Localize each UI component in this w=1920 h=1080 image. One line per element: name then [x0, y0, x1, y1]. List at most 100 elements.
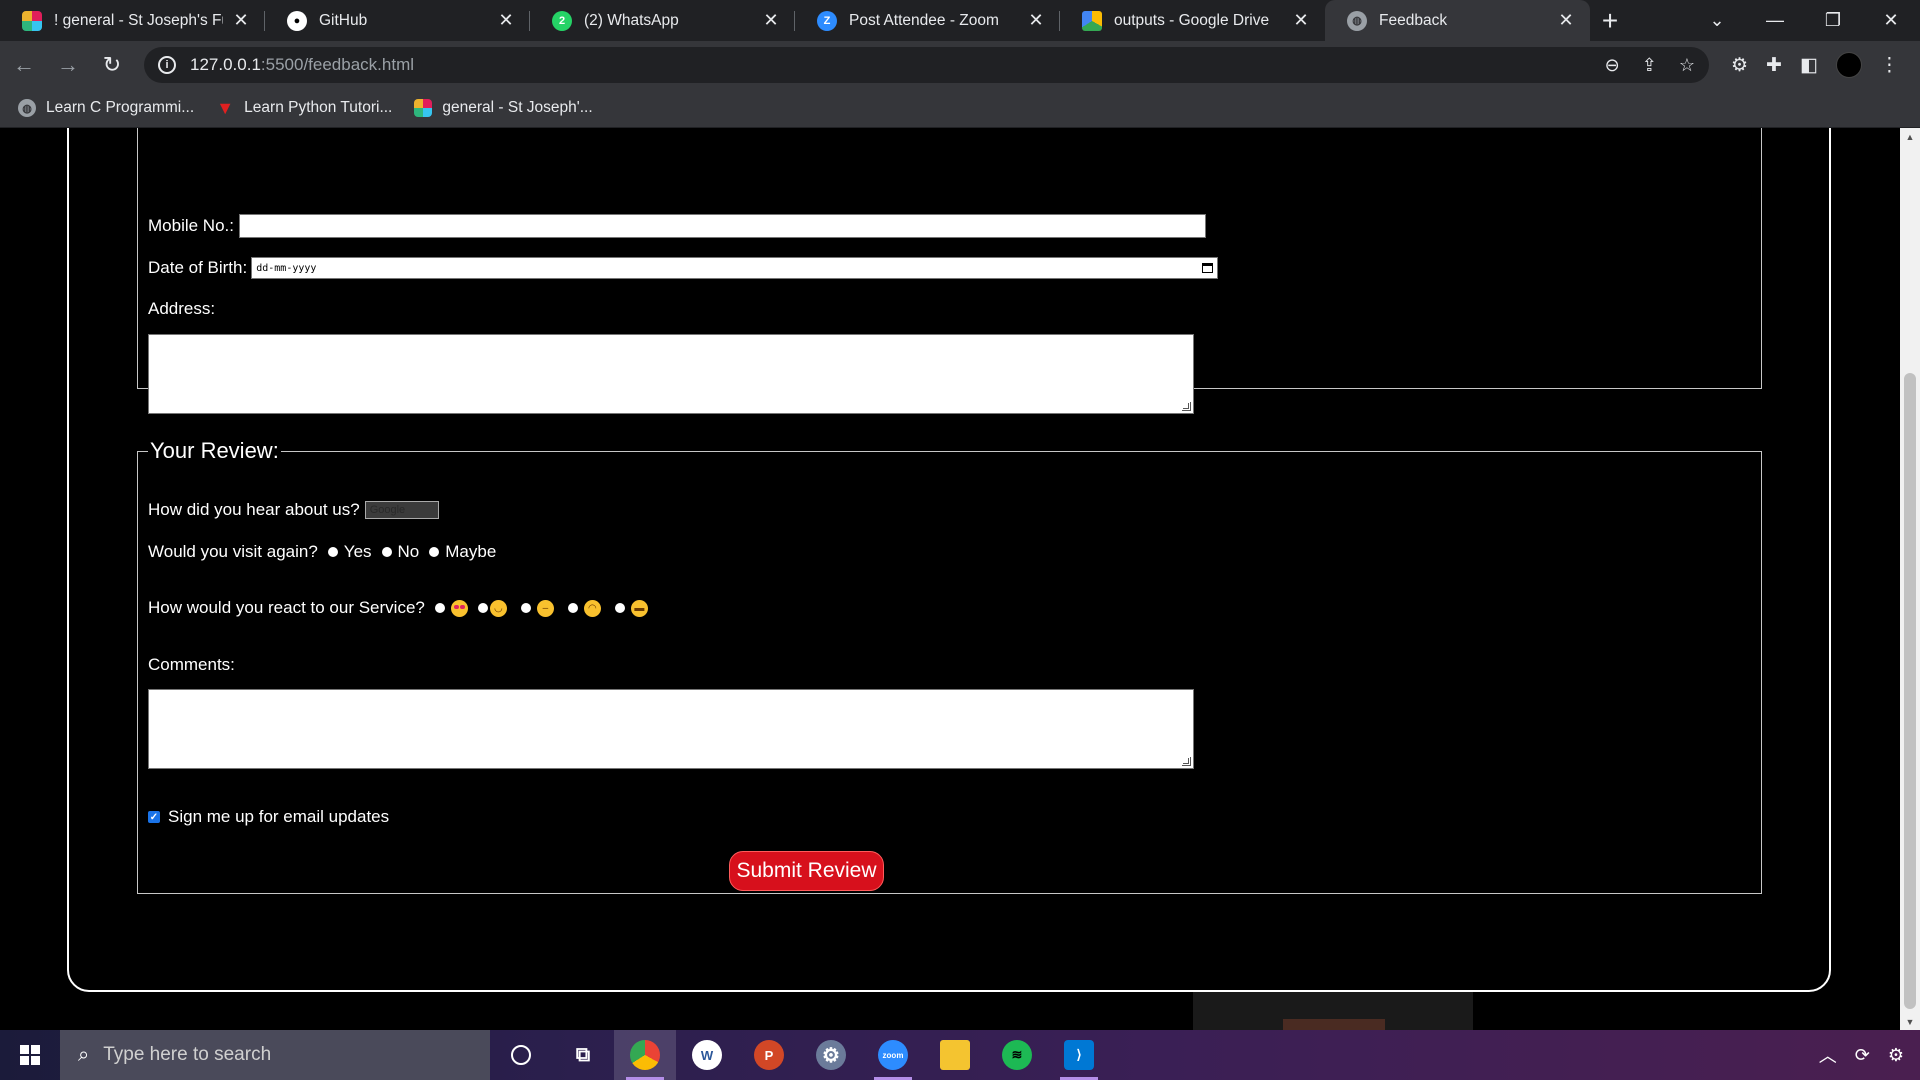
- start-button[interactable]: [0, 1030, 60, 1080]
- hear-row: How did you hear about us? Google: [148, 500, 439, 520]
- visit-yes-radio[interactable]: [327, 547, 338, 557]
- taskbar-file-explorer[interactable]: [924, 1030, 986, 1080]
- settings-gear-icon[interactable]: ⚙: [1888, 1045, 1904, 1066]
- settings-icon: ⚙: [816, 1040, 846, 1070]
- calendar-icon[interactable]: [1202, 263, 1214, 273]
- browser-toolbar: ← → ↻ i 127.0.0.1:5500/feedback.html ⊖ ⇪…: [0, 41, 1920, 89]
- zoom-icon: zoom: [878, 1040, 908, 1070]
- visit-maybe-radio[interactable]: [429, 547, 440, 557]
- address-row: Address:: [148, 299, 215, 319]
- tab-zoom[interactable]: Z Post Attendee - Zoom ✕: [795, 0, 1060, 41]
- react-radio-3[interactable]: [520, 603, 531, 613]
- scroll-down-arrow-icon[interactable]: ▼: [1900, 1013, 1920, 1030]
- react-radio-4[interactable]: [567, 603, 578, 613]
- address-textarea[interactable]: [148, 334, 1194, 414]
- visit-row: Would you visit again? Yes No Maybe: [148, 542, 496, 562]
- close-icon[interactable]: ✕: [761, 10, 781, 31]
- mobile-input[interactable]: [238, 214, 1206, 238]
- cortana-button[interactable]: [490, 1030, 552, 1080]
- bookmark-label: Learn Python Tutori...: [244, 99, 393, 116]
- github-icon: ●: [287, 10, 307, 31]
- resize-handle-icon[interactable]: [1182, 402, 1191, 411]
- scroll-thumb[interactable]: [1904, 373, 1916, 1009]
- back-arrow-icon[interactable]: ←: [4, 45, 44, 85]
- resize-handle-icon[interactable]: [1182, 757, 1191, 766]
- new-tab-button[interactable]: +: [1590, 0, 1630, 41]
- smiling-emoji-icon: ◡: [489, 599, 507, 617]
- tab-title: Post Attendee - Zoom: [849, 11, 999, 29]
- share-icon[interactable]: ⇪: [1642, 55, 1657, 76]
- hear-label: How did you hear about us?: [148, 500, 360, 519]
- visit-maybe-label: Maybe: [445, 542, 497, 561]
- tab-google-drive[interactable]: outputs - Google Drive ✕: [1060, 0, 1325, 41]
- close-icon[interactable]: ✕: [1556, 10, 1576, 31]
- visit-no-radio[interactable]: [381, 547, 392, 557]
- comments-row: Comments:: [148, 655, 235, 675]
- page-scrollbar[interactable]: ▲ ▼: [1900, 128, 1920, 1030]
- taskbar-powerpoint[interactable]: P: [738, 1030, 800, 1080]
- close-window-icon[interactable]: ✕: [1862, 0, 1920, 41]
- whatsapp-icon: 2: [552, 10, 572, 31]
- tab-title: ! general - St Joseph's Full S: [54, 11, 223, 29]
- hear-select[interactable]: Google: [364, 501, 439, 519]
- taskbar-word[interactable]: W: [676, 1030, 738, 1080]
- floating-overlay: [1193, 992, 1473, 1030]
- zoom-out-icon[interactable]: ⊖: [1605, 55, 1620, 76]
- close-icon[interactable]: ✕: [1291, 10, 1311, 31]
- react-radio-1[interactable]: [434, 603, 445, 613]
- menu-kebab-icon[interactable]: ⋮: [1880, 54, 1899, 77]
- site-info-icon[interactable]: i: [158, 56, 176, 74]
- extension-gear-icon[interactable]: ⚙: [1731, 54, 1748, 77]
- grimace-emoji-icon: ▬: [630, 599, 648, 617]
- bookmark-slack-general[interactable]: general - St Joseph'...: [414, 99, 593, 117]
- address-bar[interactable]: i 127.0.0.1:5500/feedback.html ⊖ ⇪ ☆: [144, 47, 1709, 83]
- chevron-up-icon[interactable]: ︿: [1819, 1042, 1837, 1068]
- forward-arrow-icon[interactable]: →: [48, 45, 88, 85]
- close-icon[interactable]: ✕: [1026, 10, 1046, 31]
- signup-row: ✓ Sign me up for email updates: [148, 807, 389, 827]
- bookmark-learn-python[interactable]: ▼ Learn Python Tutori...: [216, 97, 393, 118]
- tab-title: Feedback: [1379, 11, 1448, 29]
- v-logo-icon: ▼: [216, 97, 235, 118]
- side-panel-icon[interactable]: ◧: [1800, 54, 1818, 77]
- tab-strip: ! general - St Joseph's Full S ✕ ● GitHu…: [0, 0, 1920, 41]
- minimize-icon[interactable]: —: [1746, 0, 1804, 41]
- mobile-row: Mobile No.:: [148, 214, 1206, 238]
- tab-slack-general[interactable]: ! general - St Joseph's Full S ✕: [0, 0, 265, 41]
- comments-textarea[interactable]: [148, 689, 1194, 769]
- react-radio-5[interactable]: [614, 603, 625, 613]
- tab-whatsapp[interactable]: 2 (2) WhatsApp ✕: [530, 0, 795, 41]
- taskbar-zoom[interactable]: zoom: [862, 1030, 924, 1080]
- taskbar-chrome[interactable]: [614, 1030, 676, 1080]
- dob-input[interactable]: dd-mm-yyyy: [251, 257, 1219, 279]
- visit-label: Would you visit again?: [148, 542, 318, 561]
- extensions-puzzle-icon[interactable]: ✚: [1766, 54, 1782, 77]
- task-view-button[interactable]: ⧉: [552, 1030, 614, 1080]
- reload-icon[interactable]: ↻: [92, 45, 132, 85]
- hear-selected-value: Google: [369, 504, 406, 516]
- toolbar-icons: ⚙ ✚ ◧ ⋮: [1731, 52, 1899, 78]
- close-icon[interactable]: ✕: [496, 10, 516, 31]
- react-radio-2[interactable]: [477, 603, 488, 613]
- bookmark-star-icon[interactable]: ☆: [1679, 55, 1695, 76]
- profile-avatar[interactable]: [1835, 52, 1862, 78]
- bookmark-learn-c[interactable]: ◍ Learn C Programmi...: [18, 99, 194, 117]
- visit-no-label: No: [397, 542, 420, 561]
- taskbar-settings[interactable]: ⚙: [800, 1030, 862, 1080]
- tab-feedback[interactable]: ◍ Feedback ✕: [1325, 0, 1590, 41]
- taskbar-vscode[interactable]: ⟩: [1048, 1030, 1110, 1080]
- taskbar-search-placeholder: Type here to search: [103, 1044, 272, 1065]
- restore-icon[interactable]: ❐: [1804, 0, 1862, 41]
- tab-search-icon[interactable]: ⌄: [1688, 0, 1746, 41]
- submit-review-button[interactable]: Submit Review: [729, 851, 884, 891]
- dob-placeholder: dd-mm-yyyy: [256, 262, 317, 274]
- signup-checkbox[interactable]: ✓: [148, 811, 160, 823]
- scroll-up-arrow-icon[interactable]: ▲: [1900, 128, 1920, 145]
- close-icon[interactable]: ✕: [231, 10, 251, 31]
- slack-icon: [22, 10, 42, 31]
- taskbar-search[interactable]: ⌕ Type here to search: [60, 1030, 490, 1080]
- taskbar-spotify[interactable]: ≋: [986, 1030, 1048, 1080]
- sync-icon[interactable]: ⟳: [1855, 1045, 1870, 1066]
- visit-yes-label: Yes: [343, 542, 372, 561]
- tab-github[interactable]: ● GitHub ✕: [265, 0, 530, 41]
